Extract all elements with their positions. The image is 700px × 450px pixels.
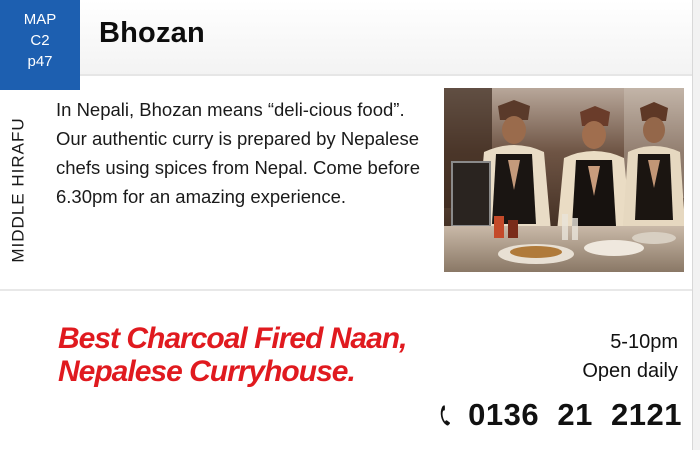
- map-badge-label: MAP: [23, 11, 57, 28]
- tagline-line-1: Best Charcoal Fired Naan,: [58, 322, 407, 355]
- map-page-ref: p47: [27, 53, 53, 70]
- map-reference-badge: MAP C2 p47: [0, 0, 80, 90]
- restaurant-name: Bhozan: [99, 17, 205, 49]
- area-label: MIDDLE HIRAFU: [6, 95, 32, 285]
- section-divider: [0, 289, 692, 291]
- phone-contact[interactable]: 0136 21 2121: [440, 392, 682, 438]
- restaurant-description: In Nepali, Bhozan means “deli-cious food…: [56, 99, 421, 207]
- tagline-line-2: Nepalese Curryhouse.: [58, 355, 356, 388]
- restaurant-listing-card: MAP C2 p47 Bhozan MIDDLE HIRAFU In Nepal…: [0, 0, 692, 450]
- chefs-photo-illustration: [444, 88, 684, 272]
- opening-days: Open daily: [582, 360, 678, 382]
- opening-hours: 5-10pm Open daily: [480, 328, 678, 386]
- area-label-text: MIDDLE HIRAFU: [9, 117, 29, 263]
- phone-icon: [440, 405, 450, 426]
- map-grid-ref: C2: [30, 32, 50, 49]
- phone-number[interactable]: 0136 21 2121: [468, 397, 682, 433]
- restaurant-photo: [444, 88, 684, 272]
- opening-time: 5-10pm: [610, 331, 678, 353]
- page-edge: [692, 0, 700, 450]
- tagline: Best Charcoal Fired Naan, Nepalese Curry…: [58, 322, 458, 388]
